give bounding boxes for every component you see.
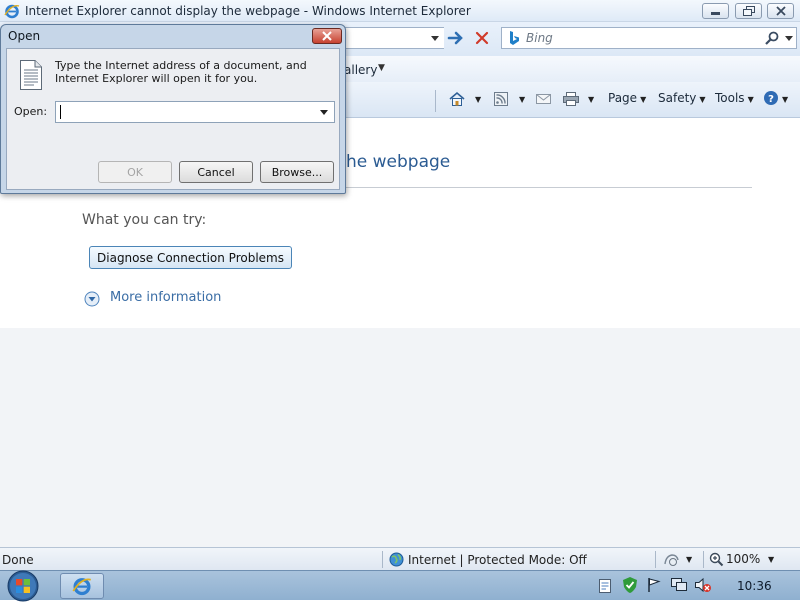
chevron-down-icon: ▼ (782, 94, 789, 104)
chevron-down-icon: ▼ (640, 95, 647, 104)
ie-title-bar[interactable]: Internet Explorer cannot display the web… (0, 0, 800, 22)
chevron-down-icon: ▼ (588, 95, 595, 104)
chevron-down-icon: ▼ (699, 95, 706, 104)
chevron-down-icon[interactable]: ▼ (686, 555, 692, 564)
more-information-link[interactable]: More information (110, 290, 221, 305)
action-center-flag-icon[interactable] (646, 577, 662, 593)
network-icon[interactable] (670, 577, 688, 593)
expand-arrow-icon[interactable] (84, 291, 100, 307)
minimize-button[interactable] (702, 3, 729, 19)
try-heading: What you can try: (82, 212, 207, 228)
status-separator (655, 551, 656, 568)
read-mail-icon[interactable] (535, 91, 553, 107)
svg-text:?: ? (768, 94, 774, 105)
close-icon (775, 6, 786, 16)
security-zone-text[interactable]: Internet | Protected Mode: Off (408, 553, 587, 567)
dialog-title: Open (8, 29, 41, 43)
privacy-icon[interactable] (663, 552, 681, 567)
help-menu[interactable]: ? ▼ (763, 90, 788, 106)
go-arrow-icon[interactable] (446, 28, 466, 48)
status-separator (382, 551, 383, 568)
safety-menu-label: Safety (658, 91, 697, 105)
cancel-button[interactable]: Cancel (179, 161, 253, 183)
internet-explorer-icon (4, 4, 20, 19)
help-icon: ? (764, 91, 778, 105)
chevron-down-icon: ▼ (747, 95, 754, 104)
security-center-icon[interactable] (621, 576, 639, 594)
zoom-icon[interactable] (709, 552, 724, 567)
home-icon[interactable] (448, 91, 466, 107)
close-icon (322, 31, 332, 41)
safety-menu[interactable]: Safety ▼ (658, 91, 706, 105)
divider (346, 187, 752, 188)
open-label: Open: (14, 105, 48, 118)
globe-icon (389, 552, 404, 567)
taskbar-clock[interactable]: 10:36 (737, 579, 772, 593)
search-icon[interactable] (764, 30, 780, 46)
dialog-close-button[interactable] (312, 28, 342, 44)
feeds-dropdown[interactable]: ▼ (516, 91, 525, 105)
close-window-button[interactable] (767, 3, 794, 19)
page-menu[interactable]: Page ▼ (608, 91, 646, 105)
open-dialog: Open Type the Internet address of a docu… (0, 24, 346, 194)
chevron-down-icon[interactable]: ▼ (768, 555, 774, 564)
diagnose-connection-button[interactable]: Diagnose Connection Problems (89, 246, 292, 269)
feeds-icon[interactable] (493, 91, 511, 107)
minimize-icon (711, 12, 720, 15)
browse-button[interactable]: Browse... (260, 161, 334, 183)
taskbar-internet-explorer-button[interactable] (60, 573, 104, 599)
tools-menu-label: Tools (715, 91, 745, 105)
status-text: Done (2, 553, 34, 567)
zoom-level[interactable]: 100% (726, 552, 760, 566)
search-placeholder: Bing (526, 31, 553, 45)
chevron-down-icon: ▼ (475, 95, 482, 104)
chevron-down-icon[interactable] (318, 107, 330, 117)
stop-icon[interactable] (472, 28, 492, 48)
dialog-description: Type the Internet address of a document,… (55, 59, 307, 85)
toolbar-separator (435, 90, 436, 112)
print-dropdown[interactable]: ▼ (585, 91, 594, 105)
open-address-input[interactable] (55, 101, 335, 123)
text-caret (60, 105, 61, 119)
chevron-down-icon[interactable]: ▼ (378, 63, 385, 73)
window-title: Internet Explorer cannot display the web… (25, 4, 471, 18)
bing-icon (510, 31, 519, 45)
page-menu-label: Page (608, 91, 638, 105)
document-tray-icon[interactable] (598, 578, 612, 594)
content-background (0, 328, 800, 547)
internet-explorer-icon (72, 578, 91, 596)
search-dropdown-icon[interactable] (784, 33, 794, 43)
search-input[interactable]: Bing (501, 27, 797, 49)
restore-button[interactable] (735, 3, 762, 19)
start-orb-icon[interactable] (6, 569, 40, 603)
dialog-title-bar[interactable]: Open (1, 25, 345, 47)
chevron-down-icon: ▼ (519, 95, 526, 104)
taskbar: 10:36 (0, 569, 800, 603)
error-title: he webpage (346, 152, 451, 172)
home-dropdown[interactable]: ▼ (472, 91, 481, 105)
restore-icon (742, 6, 755, 16)
address-dropdown-icon[interactable] (428, 32, 442, 44)
status-bar: Done Internet | Protected Mode: Off ▼ 10… (0, 547, 800, 570)
gallery-link[interactable]: allery (344, 63, 377, 77)
document-icon (20, 60, 42, 90)
print-icon[interactable] (562, 91, 580, 107)
ok-button[interactable]: OK (98, 161, 172, 183)
status-separator (703, 551, 704, 568)
dialog-body: Type the Internet address of a document,… (6, 48, 340, 190)
volume-muted-icon[interactable] (694, 577, 712, 593)
tools-menu[interactable]: Tools ▼ (715, 91, 754, 105)
